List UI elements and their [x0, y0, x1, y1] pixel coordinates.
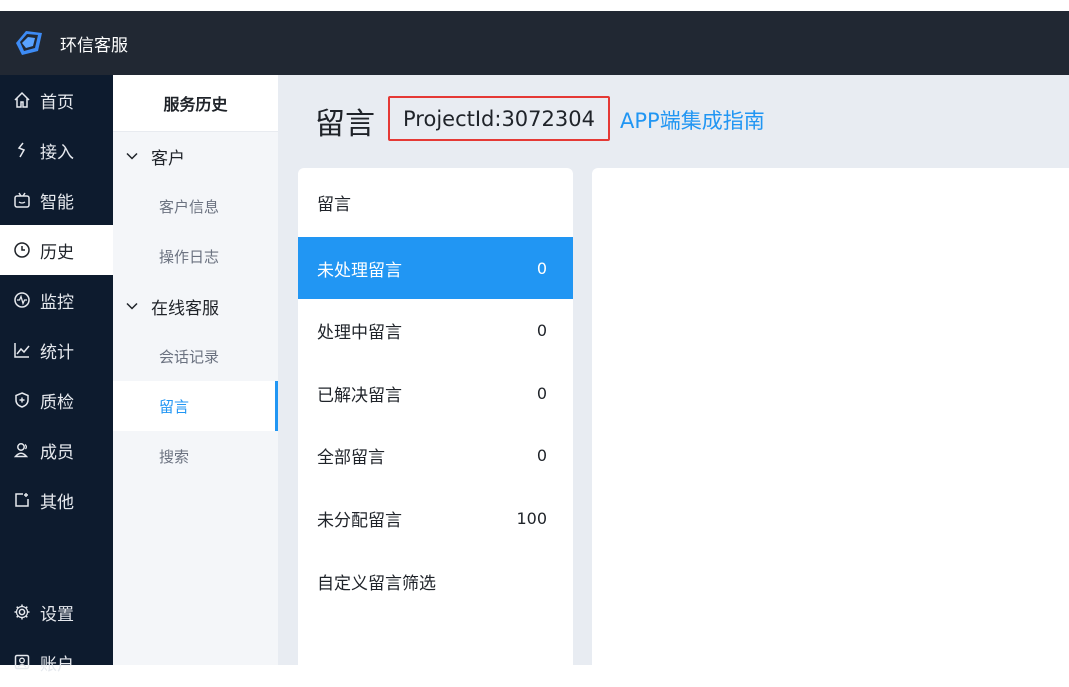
filter-label: 未处理留言 [317, 260, 402, 281]
filter-count: 0 [536, 383, 547, 403]
nav-label-other: 其他 [40, 492, 74, 513]
filter-label: 自定义留言筛选 [317, 573, 436, 594]
secondary-nav-header: 服务历史 [113, 75, 278, 132]
filter-count: 0 [536, 258, 547, 278]
page-title: 留言 [315, 107, 375, 142]
secondary-nav: 服务历史 客户 客户信息 操作日志 在线客服 会话记录 留言 搜索 [113, 75, 278, 665]
nav-label-history: 历史 [40, 242, 74, 263]
account-icon [12, 652, 32, 672]
nav-label-account: 账户 [40, 654, 74, 675]
nav-label-access: 接入 [40, 142, 74, 163]
robot-icon [12, 190, 32, 210]
pulse-icon [12, 290, 32, 310]
nav-label-smart: 智能 [40, 192, 74, 213]
filter-count: 0 [536, 445, 547, 465]
sub-group-customer-label: 客户 [151, 148, 185, 169]
clock-icon [12, 240, 32, 260]
nav-item-monitor[interactable]: 监控 [0, 275, 113, 325]
external-icon [12, 490, 32, 510]
nav-item-quality[interactable]: 质检 [0, 375, 113, 425]
nav-item-members[interactable]: 成员 [0, 425, 113, 475]
nav-item-home[interactable]: 首页 [0, 75, 113, 125]
filter-processing[interactable]: 处理中留言 0 [298, 299, 573, 361]
top-bar: 环信客服 [0, 11, 1069, 75]
message-detail-panel [592, 168, 1069, 665]
filter-resolved[interactable]: 已解决留言 0 [298, 362, 573, 424]
filter-label: 全部留言 [317, 447, 385, 468]
filter-unprocessed[interactable]: 未处理留言 0 [298, 237, 573, 299]
filter-custom[interactable]: 自定义留言筛选 [298, 550, 573, 612]
gear-icon [12, 602, 32, 622]
project-id-text: ProjectId:3072304 [403, 106, 595, 131]
main-content: 留言 ProjectId:3072304 APP端集成指南 留言 未处理留言 0… [278, 75, 1069, 665]
filter-label: 已解决留言 [317, 385, 402, 406]
nav-item-settings[interactable]: 设置 [0, 587, 113, 637]
nav-item-stats[interactable]: 统计 [0, 325, 113, 375]
sub-item-session-records[interactable]: 会话记录 [113, 331, 278, 381]
app-title: 环信客服 [60, 35, 128, 56]
nav-item-account[interactable]: 账户 [0, 637, 113, 687]
home-icon [12, 90, 32, 110]
filter-label: 处理中留言 [317, 322, 402, 343]
nav-label-quality: 质检 [40, 392, 74, 413]
sub-group-customer[interactable]: 客户 [113, 131, 278, 181]
nav-label-settings: 设置 [40, 604, 74, 625]
nav-label-monitor: 监控 [40, 292, 74, 313]
app-logo-icon[interactable] [8, 23, 48, 63]
nav-item-other[interactable]: 其他 [0, 475, 113, 525]
shield-icon [12, 390, 32, 410]
sub-group-online[interactable]: 在线客服 [113, 281, 278, 331]
nav-label-members: 成员 [40, 442, 74, 463]
message-filter-panel: 留言 未处理留言 0 处理中留言 0 已解决留言 0 全部留言 0 未分配留言 … [298, 168, 573, 665]
filter-unassigned[interactable]: 未分配留言 100 [298, 487, 573, 549]
nav-label-home: 首页 [40, 92, 74, 113]
sub-item-customer-info[interactable]: 客户信息 [113, 181, 278, 231]
chart-line-icon [12, 340, 32, 360]
chevron-down-icon [123, 147, 141, 165]
nav-label-stats: 统计 [40, 342, 74, 363]
sub-item-operation-log[interactable]: 操作日志 [113, 231, 278, 281]
filter-count: 100 [516, 508, 547, 528]
filter-panel-title: 留言 [317, 195, 351, 215]
filter-label: 未分配留言 [317, 510, 402, 531]
sub-item-search[interactable]: 搜索 [113, 431, 278, 481]
nav-item-access[interactable]: 接入 [0, 125, 113, 175]
nav-item-smart[interactable]: 智能 [0, 175, 113, 225]
sub-group-online-label: 在线客服 [151, 298, 219, 319]
sub-item-messages[interactable]: 留言 [113, 381, 278, 431]
users-icon [12, 440, 32, 460]
primary-nav: 首页 接入 智能 历史 监控 统计 质检 成员 其他 设置 账户 [0, 75, 113, 675]
app-integration-guide-link[interactable]: APP端集成指南 [620, 105, 765, 135]
filter-all[interactable]: 全部留言 0 [298, 424, 573, 486]
top-strip [0, 0, 1069, 11]
filter-count: 0 [536, 320, 547, 340]
chevron-down-icon [123, 297, 141, 315]
plug-icon [12, 140, 32, 160]
project-id-highlight: ProjectId:3072304 [388, 96, 610, 141]
nav-item-history[interactable]: 历史 [0, 225, 113, 275]
